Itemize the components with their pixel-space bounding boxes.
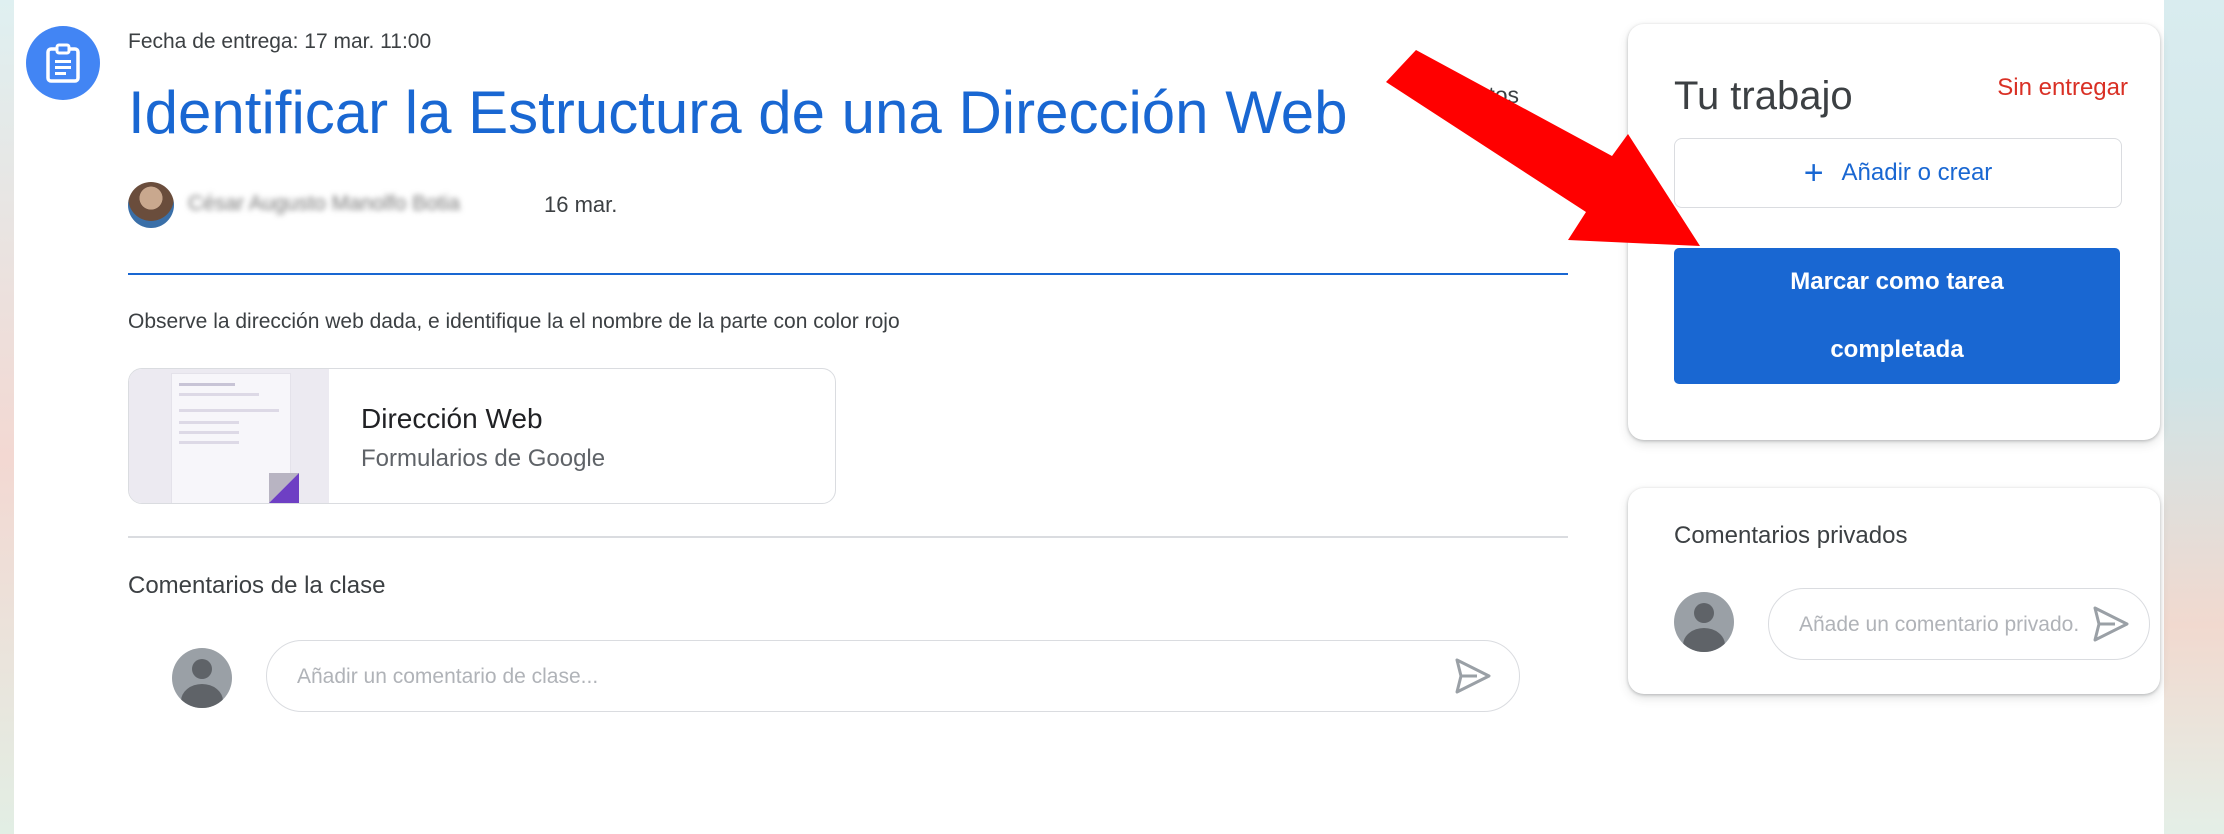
teacher-avatar: [128, 182, 174, 228]
attachment-title: Dirección Web: [361, 403, 543, 434]
attachment-card[interactable]: Dirección Web Formularios de Google: [128, 368, 836, 504]
section-divider: [128, 536, 1568, 538]
preview-line: [179, 441, 239, 444]
mark-as-done-button[interactable]: Marcar como tarea completada: [1674, 248, 2120, 384]
header-divider: [128, 273, 1568, 275]
assignment-description: Observe la dirección web dada, e identif…: [128, 310, 900, 333]
private-comments-card: Comentarios privados: [1628, 488, 2160, 694]
private-comment-input[interactable]: [1797, 589, 2081, 661]
assignment-icon: [26, 26, 100, 100]
preview-line: [179, 431, 239, 434]
background-right: [2164, 0, 2224, 834]
author-name: César Augusto Manolfo Botia: [188, 192, 460, 215]
mark-as-done-label: Marcar como tarea completada: [1790, 268, 2004, 363]
user-avatar: [172, 648, 232, 708]
status-badge: Sin entregar: [1997, 74, 2128, 101]
class-comment-input[interactable]: [295, 641, 1419, 713]
preview-line: [179, 421, 239, 424]
preview-line: [179, 393, 259, 396]
user-avatar: [1674, 592, 1734, 652]
class-comment-box: [266, 640, 1520, 713]
plus-icon: +: [1803, 154, 1824, 192]
send-icon[interactable]: [1453, 656, 1493, 696]
google-forms-fold-icon: [269, 473, 299, 503]
preview-line: [179, 383, 235, 386]
posted-date: 16 mar.: [544, 192, 618, 217]
private-comment-box: [1768, 588, 2150, 661]
attachment-type: Formularios de Google: [361, 445, 606, 472]
add-or-create-button[interactable]: + Añadir o crear: [1674, 138, 2122, 208]
annotation-arrow-icon: [1386, 50, 1700, 246]
class-comments-heading: Comentarios de la clase: [128, 572, 386, 599]
attachment-thumbnail: [129, 369, 329, 503]
due-date: Fecha de entrega: 17 mar. 11:00: [128, 30, 432, 53]
page-title: Identificar la Estructura de una Direcci…: [128, 79, 1348, 146]
private-comments-heading: Comentarios privados: [1674, 522, 1908, 549]
add-or-create-label: Añadir o crear: [1841, 159, 1993, 186]
send-icon[interactable]: [2091, 604, 2131, 644]
preview-line: [179, 409, 279, 412]
